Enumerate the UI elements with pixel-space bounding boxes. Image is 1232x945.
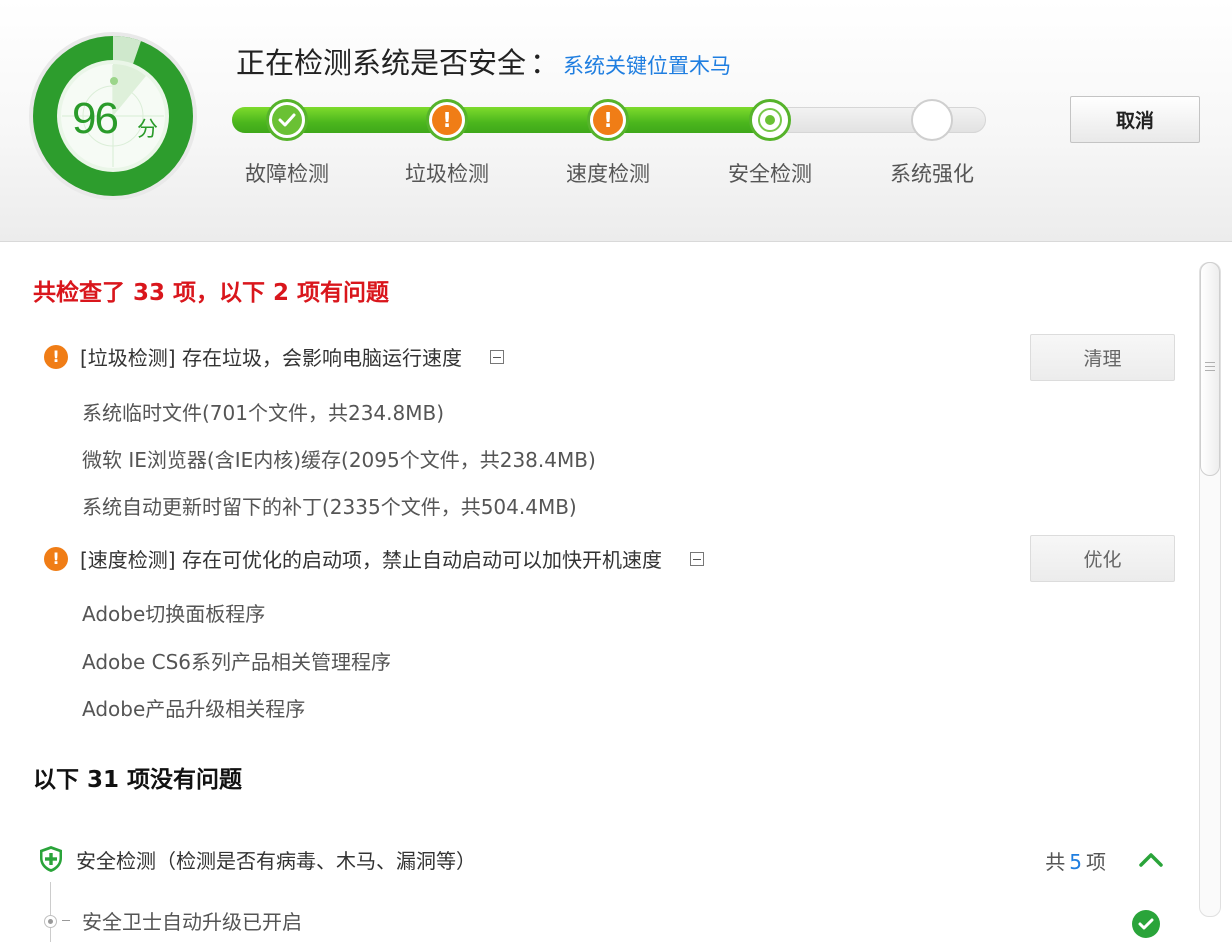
check-circle-icon bbox=[1132, 910, 1160, 938]
category-item: 安全卫士自动升级已开启 bbox=[82, 910, 302, 934]
issue-title: [速度检测] 存在可优化的启动项，禁止自动启动可以加快开机速度 bbox=[80, 548, 662, 572]
step-node-junk: ! bbox=[426, 99, 468, 141]
issue-item: Adobe产品升级相关程序 bbox=[82, 697, 306, 721]
issue-item: 系统自动更新时留下的补丁(2335个文件，共504.4MB) bbox=[82, 495, 577, 519]
tree-branch bbox=[62, 920, 70, 921]
tree-node-icon bbox=[44, 915, 57, 928]
step-node-harden bbox=[911, 99, 953, 141]
score-value: 96 bbox=[72, 94, 119, 143]
count-suffix: 项 bbox=[1086, 850, 1106, 874]
count-value: 5 bbox=[1069, 850, 1082, 874]
issue-header-speed[interactable]: ! [速度检测] 存在可优化的启动项，禁止自动启动可以加快开机速度 bbox=[44, 544, 704, 573]
step-label-harden: 系统强化 bbox=[890, 162, 974, 186]
scan-title-text: 正在检测系统是否安全 bbox=[236, 46, 527, 80]
category-label: 安全检测（检测是否有病毒、木马、漏洞等） bbox=[76, 848, 476, 873]
check-icon bbox=[272, 105, 302, 135]
warning-icon: ! bbox=[44, 546, 68, 571]
exclamation-icon: ! bbox=[593, 105, 623, 135]
issue-item: Adobe CS6系列产品相关管理程序 bbox=[82, 650, 392, 674]
issue-item: 系统临时文件(701个文件，共234.8MB) bbox=[82, 401, 445, 425]
issue-title: [垃圾检测] 存在垃圾，会影响电脑运行速度 bbox=[80, 346, 462, 370]
step-label-speed: 速度检测 bbox=[566, 162, 650, 186]
issue-item: 微软 IE浏览器(含IE内核)缓存(2095个文件，共238.4MB) bbox=[82, 448, 596, 472]
step-label-security: 安全检测 bbox=[728, 162, 812, 186]
issues-summary: 共检查了 33 项，以下 2 项有问题 bbox=[33, 280, 390, 306]
progress-fill bbox=[232, 107, 768, 133]
scrollbar-grip-icon bbox=[1205, 362, 1215, 372]
ok-summary: 以下 31 项没有问题 bbox=[33, 767, 243, 793]
step-node-speed: ! bbox=[587, 99, 629, 141]
issue-item: Adobe切换面板程序 bbox=[82, 602, 266, 626]
scan-title-colon: ： bbox=[530, 46, 560, 80]
step-label-junk: 垃圾检测 bbox=[405, 162, 489, 186]
cancel-button[interactable]: 取消 bbox=[1070, 96, 1200, 143]
issue-header-junk[interactable]: ! [垃圾检测] 存在垃圾，会影响电脑运行速度 bbox=[44, 342, 504, 371]
tree-connector bbox=[50, 882, 51, 942]
count-prefix: 共 bbox=[1045, 850, 1066, 874]
category-row-security[interactable]: 安全检测（检测是否有病毒、木马、漏洞等） 共5项 bbox=[38, 842, 1168, 876]
step-node-security bbox=[749, 99, 791, 141]
scan-status-title: 正在检测系统是否安全：系统关键位置木马 bbox=[236, 40, 731, 82]
collapse-icon[interactable] bbox=[489, 349, 504, 364]
score-unit: 分 bbox=[137, 117, 158, 141]
collapse-icon[interactable] bbox=[689, 551, 704, 566]
exclamation-icon: ! bbox=[432, 105, 462, 135]
step-label-fault: 故障检测 bbox=[245, 162, 329, 186]
category-count: 共5项 bbox=[1045, 846, 1106, 875]
clean-button[interactable]: 清理 bbox=[1030, 334, 1175, 381]
shield-plus-icon bbox=[40, 846, 62, 872]
warning-icon: ! bbox=[44, 344, 68, 369]
optimize-button[interactable]: 优化 bbox=[1030, 535, 1175, 582]
scan-current-target: 系统关键位置木马 bbox=[563, 54, 732, 78]
scan-header: 96 分 正在检测系统是否安全：系统关键位置木马 ! ! 故障检测 垃圾检测 速… bbox=[0, 0, 1232, 242]
step-node-fault bbox=[266, 99, 308, 141]
current-step-icon bbox=[758, 108, 782, 132]
chevron-up-icon[interactable] bbox=[1134, 846, 1168, 872]
